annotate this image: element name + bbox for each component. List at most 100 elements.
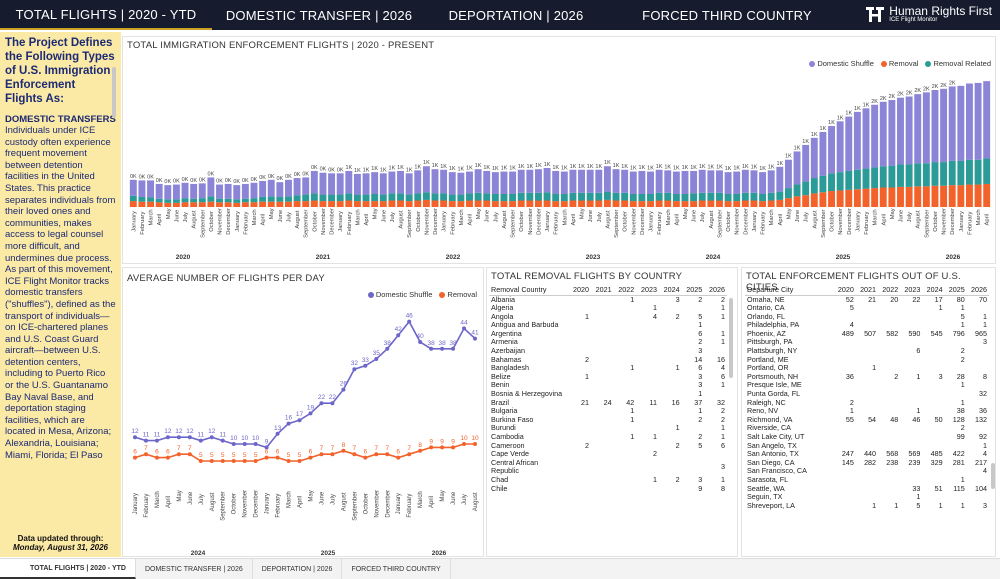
column-header-name[interactable]: Removal Country	[489, 284, 569, 296]
bar-segment-domestic-shuffle[interactable]	[957, 85, 965, 161]
bar-segment-removal-related[interactable]	[414, 193, 422, 201]
data-point[interactable]	[429, 346, 434, 351]
bar-segment-removal-related[interactable]	[647, 194, 654, 202]
bar-segment-domestic-shuffle[interactable]	[371, 172, 379, 194]
bar-segment-domestic-shuffle[interactable]	[897, 97, 904, 165]
bar-segment-domestic-shuffle[interactable]	[285, 179, 292, 197]
bar-segment-domestic-shuffle[interactable]	[940, 88, 948, 163]
bar-segment-removal-related[interactable]	[517, 192, 525, 201]
bar-segment-domestic-shuffle[interactable]	[414, 170, 422, 194]
bar-segment-removal[interactable]	[560, 201, 568, 207]
bar-segment-removal-related[interactable]	[448, 194, 456, 202]
bar-segment-domestic-shuffle[interactable]	[698, 169, 706, 193]
bar-segment-removal[interactable]	[517, 200, 525, 208]
data-point[interactable]	[264, 455, 269, 460]
bar-segment-removal[interactable]	[216, 202, 223, 207]
bar-segment-domestic-shuffle[interactable]	[974, 82, 982, 160]
bar-segment-removal-related[interactable]	[733, 194, 741, 202]
bar-segment-domestic-shuffle[interactable]	[871, 104, 879, 168]
bar-segment-removal-related[interactable]	[190, 198, 198, 203]
bar-segment-removal-related[interactable]	[845, 170, 853, 190]
data-point[interactable]	[154, 438, 159, 443]
bar-segment-removal[interactable]	[767, 200, 775, 208]
bar-segment-domestic-shuffle[interactable]	[500, 171, 508, 194]
column-header-year[interactable]: 2025	[944, 284, 967, 296]
bar-segment-removal[interactable]	[733, 201, 741, 207]
bar-segment-removal-related[interactable]	[750, 192, 758, 201]
data-point[interactable]	[165, 455, 170, 460]
bar-segment-domestic-shuffle[interactable]	[147, 180, 154, 198]
bar-segment-domestic-shuffle[interactable]	[681, 170, 689, 194]
data-point[interactable]	[220, 438, 225, 443]
bar-segment-removal[interactable]	[698, 200, 706, 208]
bar-segment-removal[interactable]	[647, 201, 654, 207]
bar-segment-removal[interactable]	[198, 202, 206, 207]
page-tab-deportation[interactable]: DEPORTATION | 2026	[253, 559, 343, 579]
bar-segment-domestic-shuffle[interactable]	[293, 178, 301, 196]
bar-segment-removal-related[interactable]	[491, 194, 499, 202]
bar-segment-domestic-shuffle[interactable]	[922, 92, 930, 164]
bar-segment-removal-related[interactable]	[129, 195, 137, 202]
bar-segment-removal-related[interactable]	[560, 194, 568, 202]
data-point[interactable]	[374, 452, 379, 457]
bar-segment-removal-related[interactable]	[500, 194, 508, 202]
bar-segment-domestic-shuffle[interactable]	[345, 170, 353, 194]
column-header-year[interactable]: 2021	[855, 284, 879, 296]
bar-segment-domestic-shuffle[interactable]	[845, 116, 853, 171]
bar-segment-removal[interactable]	[526, 200, 534, 208]
bar-segment-removal-related[interactable]	[164, 199, 172, 203]
bar-segment-removal-related[interactable]	[552, 194, 560, 202]
bar-segment-domestic-shuffle[interactable]	[862, 108, 870, 169]
bar-segment-domestic-shuffle[interactable]	[741, 169, 749, 193]
bar-segment-removal-related[interactable]	[483, 193, 491, 201]
bar-segment-removal[interactable]	[310, 200, 318, 208]
bar-segment-removal[interactable]	[655, 200, 663, 208]
bar-segment-domestic-shuffle[interactable]	[397, 170, 404, 194]
page-tab-domestic-transfer[interactable]: DOMESTIC TRANSFER | 2026	[136, 559, 253, 579]
country-table-row[interactable]: Albania 1 3 2 2	[489, 295, 727, 304]
bar-segment-removal[interactable]	[285, 201, 292, 207]
bar-segment-removal[interactable]	[172, 202, 180, 207]
bar-segment-removal[interactable]	[293, 201, 301, 207]
bar-segment-removal[interactable]	[862, 188, 870, 207]
bar-segment-domestic-shuffle[interactable]	[276, 182, 284, 197]
data-point[interactable]	[319, 401, 324, 406]
bar-segment-domestic-shuffle[interactable]	[207, 177, 215, 197]
bar-segment-domestic-shuffle[interactable]	[431, 169, 439, 194]
bar-segment-domestic-shuffle[interactable]	[836, 121, 844, 173]
bar-segment-removal[interactable]	[759, 201, 767, 207]
data-point[interactable]	[253, 459, 258, 463]
data-point[interactable]	[462, 326, 467, 331]
bar-segment-removal[interactable]	[371, 201, 379, 207]
column-header-year[interactable]: 2026	[704, 284, 727, 296]
data-point[interactable]	[209, 435, 214, 440]
bar-segment-removal[interactable]	[362, 201, 370, 207]
bar-segment-domestic-shuffle[interactable]	[466, 171, 473, 194]
bar-segment-domestic-shuffle[interactable]	[224, 183, 232, 199]
bar-segment-removal[interactable]	[353, 201, 361, 207]
bar-segment-removal[interactable]	[810, 193, 818, 207]
data-point[interactable]	[198, 438, 203, 443]
bar-segment-removal[interactable]	[845, 189, 853, 207]
bar-segment-domestic-shuffle[interactable]	[810, 137, 818, 179]
data-point[interactable]	[176, 435, 181, 440]
bar-segment-removal-related[interactable]	[535, 192, 542, 201]
bar-segment-removal-related[interactable]	[888, 165, 896, 188]
data-point[interactable]	[165, 435, 170, 440]
bar-segment-removal-related[interactable]	[198, 198, 206, 203]
bar-segment-domestic-shuffle[interactable]	[319, 172, 327, 195]
bar-segment-domestic-shuffle[interactable]	[603, 166, 611, 192]
data-point[interactable]	[275, 431, 280, 436]
country-table-row[interactable]: Burundi 1 1	[489, 424, 727, 433]
bar-segment-domestic-shuffle[interactable]	[724, 172, 732, 194]
bar-segment-removal[interactable]	[905, 186, 913, 207]
bar-segment-removal[interactable]	[552, 201, 560, 207]
data-point[interactable]	[473, 442, 477, 446]
bar-segment-removal-related[interactable]	[603, 191, 611, 200]
bar-segment-removal-related[interactable]	[241, 198, 249, 203]
bar-segment-removal-related[interactable]	[836, 172, 844, 191]
bar-segment-removal[interactable]	[276, 201, 284, 207]
country-table-row[interactable]: Central African Republic 3	[489, 458, 727, 476]
column-header-year[interactable]: 2025	[681, 284, 705, 296]
bar-segment-removal-related[interactable]	[862, 168, 870, 189]
